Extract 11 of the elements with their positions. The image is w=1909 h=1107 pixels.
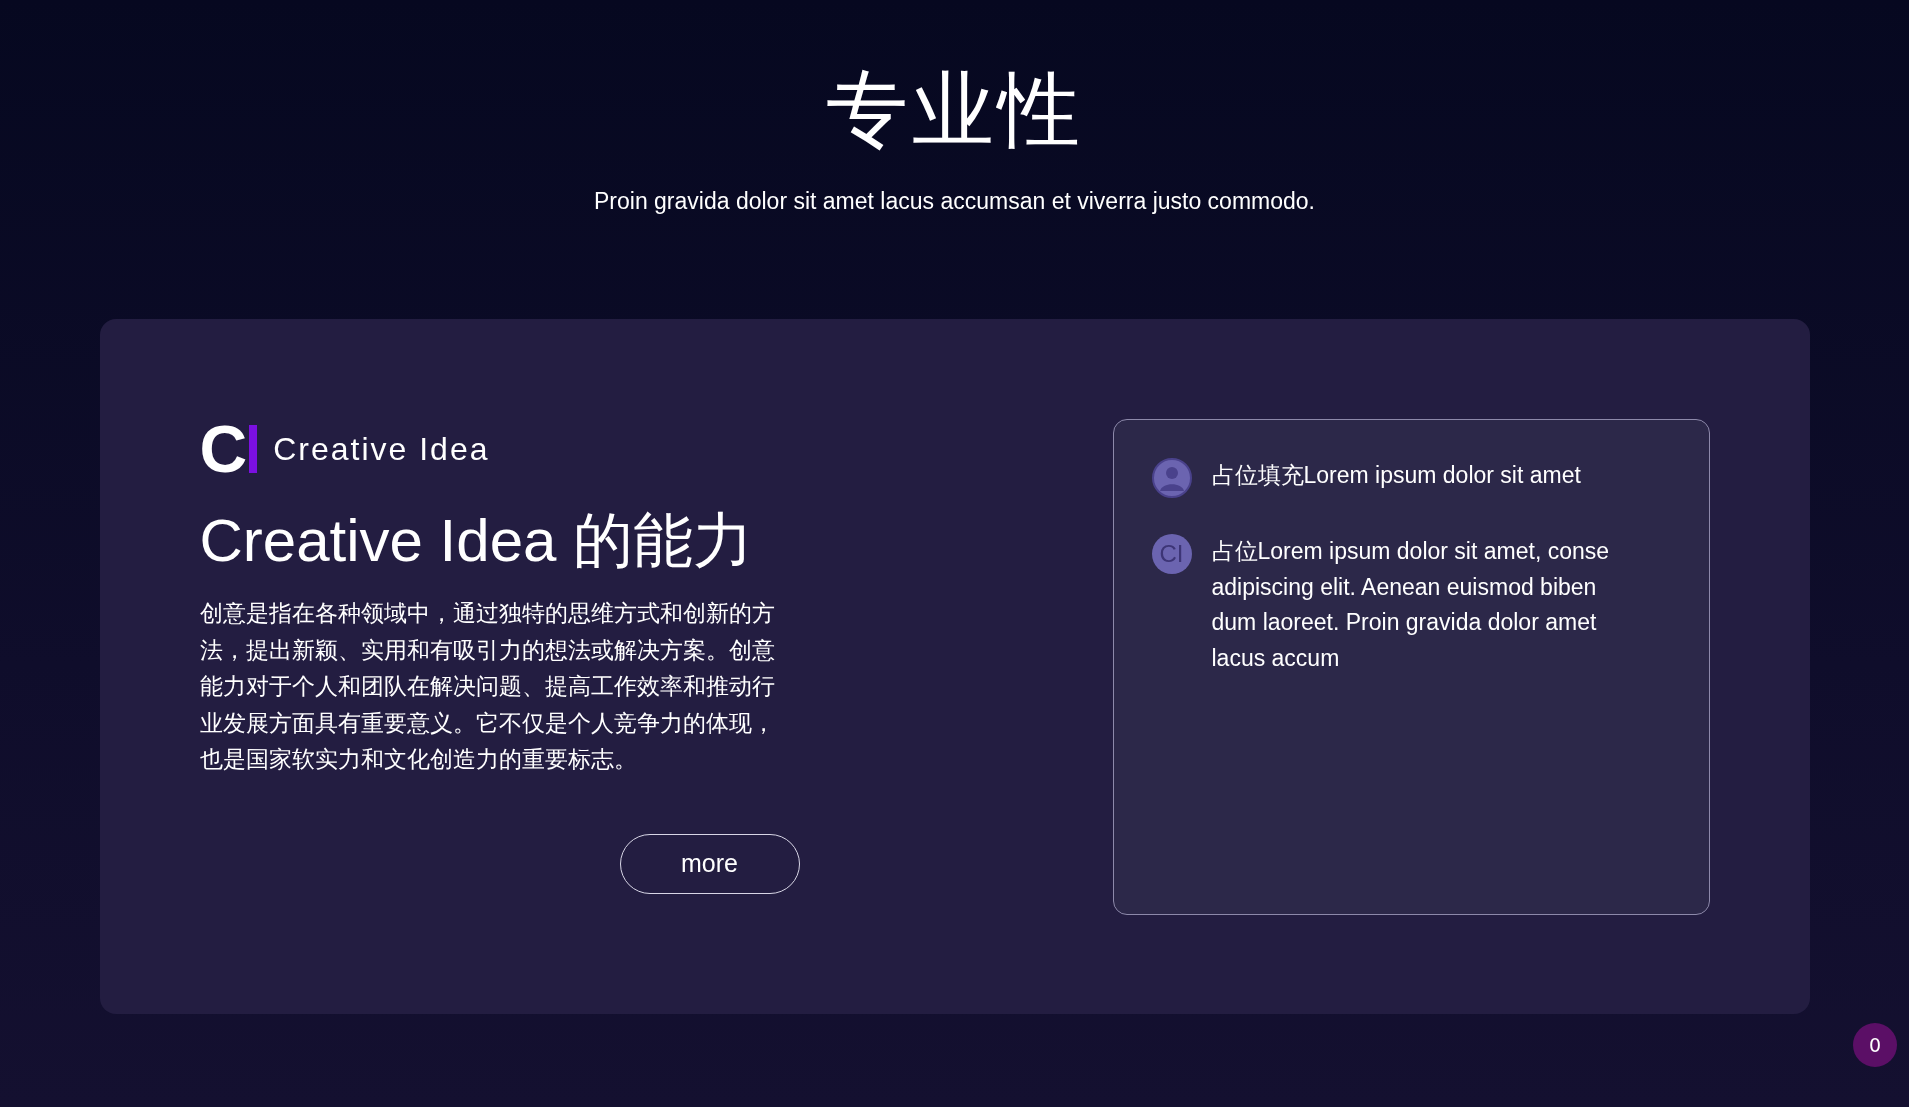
- count-badge: 0: [1853, 1023, 1897, 1067]
- page-title: 专业性: [825, 61, 1084, 159]
- logo-name: Creative Idea: [273, 430, 490, 468]
- chat-message: 占位Lorem ipsum dolor sit amet, conse adipiscing elit. Aenean euismod biben dum laoreet. Proin gravida dolor amet lacus accum: [1211, 537, 1610, 673]
- logo-mark: C: [199, 419, 258, 479]
- page-subtitle: Proin gravida dolor sit amet lacus accumsan et viverra justo commodo.: [594, 187, 1315, 216]
- section-heading: Creative Idea 的能力: [199, 506, 755, 576]
- description-paragraph: 创意是指在各种领域中，通过独特的思维方式和创新的方 法，提出新颖、实用和有吸引力的想法或解决方案。创意 能力对于个人和团队在解决问题、提高工作效率和推动行 业发展方面具有重要意义。它不仅是个人竞争力的体现， 也是国家软实力和文化创造力的重要标志。: [199, 599, 776, 775]
- chat-message: 占位填充Lorem ipsum dolor sit amet: [1211, 461, 1581, 490]
- bot-avatar: CI: [1151, 534, 1192, 574]
- user-avatar-icon: [1151, 458, 1192, 498]
